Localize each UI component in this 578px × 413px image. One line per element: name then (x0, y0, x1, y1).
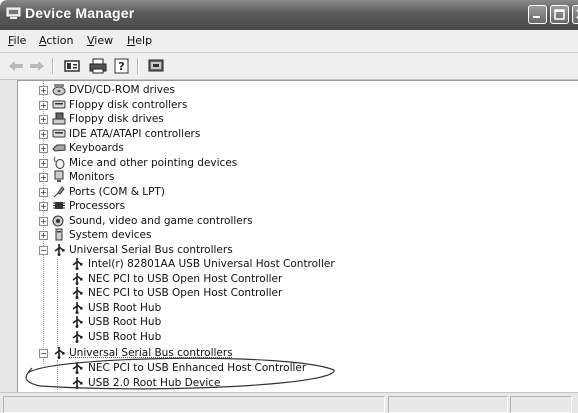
tree-item-label: Intel(r) 82801AA USB Universal Host Cont… (88, 258, 335, 270)
tree-item-floppy-disk-controllers[interactable]: + Floppy disk controllers (18, 98, 558, 113)
tree-item-label: NEC PCI to USB Open Host Controller (88, 273, 283, 285)
maximize-button[interactable] (550, 5, 569, 24)
expand-icon[interactable]: + (39, 101, 48, 110)
scan-hardware-icon[interactable] (146, 57, 166, 75)
menu-bar: File Action View Help (0, 30, 578, 53)
tree-item-label: Mice and other pointing devices (69, 157, 238, 169)
tree-item-label: Universal Serial Bus controllers (69, 244, 233, 256)
ide-controller-icon (52, 129, 66, 138)
title-bar[interactable]: Device Manager (0, 0, 578, 30)
expand-icon[interactable]: + (39, 86, 48, 95)
tree-item-monitors[interactable]: + Monitors (18, 170, 558, 185)
tree-item-label: IDE ATA/ATAPI controllers (69, 128, 201, 140)
tree-item-ports[interactable]: + Ports (COM & LPT) (18, 185, 558, 200)
help-icon[interactable]: ? (112, 57, 132, 75)
usb-icon (72, 287, 83, 299)
floppy-drive-icon (52, 112, 66, 125)
port-icon (53, 186, 65, 198)
collapse-icon[interactable]: − (39, 246, 48, 255)
tree-item-sound-video-game[interactable]: + Sound, video and game controllers (18, 214, 558, 229)
expand-icon[interactable]: + (39, 173, 48, 182)
status-pane (3, 396, 385, 413)
usb-icon (54, 244, 65, 256)
mouse-icon (53, 156, 65, 169)
expand-icon[interactable]: + (39, 159, 48, 168)
tree-item-label: Floppy disk drives (69, 113, 164, 125)
expand-icon[interactable]: + (39, 144, 48, 153)
usb-icon (72, 273, 83, 285)
tree-item-floppy-disk-drives[interactable]: + Floppy disk drives (18, 112, 558, 127)
tree-item-label: USB Root Hub (88, 302, 162, 314)
tree-item-usb-controllers[interactable]: − Universal Serial Bus controllers (18, 243, 558, 258)
usb-icon (72, 331, 83, 343)
tree-item-label: Floppy disk controllers (69, 99, 188, 111)
device-manager-window: Device Manager File Action View Help ? +… (0, 0, 578, 413)
tree-child-usb-root-hub[interactable]: USB Root Hub (18, 330, 558, 345)
toolbar-separator (137, 58, 139, 74)
menu-help[interactable]: Help (127, 34, 152, 47)
tree-item-system-devices[interactable]: + System devices (18, 228, 558, 243)
tree-item-label: DVD/CD-ROM drives (69, 84, 175, 96)
status-bar (0, 392, 578, 413)
usb-icon (72, 302, 83, 314)
tree-child-nec-open-host-controller[interactable]: NEC PCI to USB Open Host Controller (18, 286, 558, 301)
properties-icon[interactable] (62, 57, 82, 75)
tree-item-label: USB Root Hub (88, 316, 162, 328)
expand-icon[interactable]: + (39, 202, 48, 211)
usb-icon (72, 258, 83, 270)
tree-item-label: Sound, video and game controllers (69, 215, 253, 227)
minimize-icon (533, 16, 540, 18)
computer-icon (6, 7, 21, 19)
monitor-icon (54, 170, 64, 182)
print-icon[interactable] (88, 57, 108, 75)
tree-child-nec-open-host-controller[interactable]: NEC PCI to USB Open Host Controller (18, 272, 558, 287)
tree-item-label: Ports (COM & LPT) (69, 186, 165, 198)
dvd-drive-icon (52, 84, 66, 96)
toolbar: ? (0, 53, 578, 80)
processor-icon (53, 202, 65, 209)
highlight-ellipse (25, 357, 335, 390)
menu-view[interactable]: View (87, 34, 113, 47)
expand-icon[interactable]: + (39, 188, 48, 197)
tree-item-keyboards[interactable]: + Keyboards (18, 141, 558, 156)
tree-child-usb-root-hub[interactable]: USB Root Hub (18, 301, 558, 316)
status-pane (510, 396, 572, 413)
menu-file[interactable]: File (8, 34, 26, 47)
device-tree[interactable]: + DVD/CD-ROM drives + Floppy disk contro… (17, 80, 578, 393)
tree-item-label: NEC PCI to USB Open Host Controller (88, 287, 283, 299)
system-device-icon (55, 228, 63, 241)
tree-item-dvd-cdrom-drives[interactable]: + DVD/CD-ROM drives (18, 83, 558, 98)
status-pane (388, 396, 508, 413)
tree-child-intel-usb-host-controller[interactable]: Intel(r) 82801AA USB Universal Host Cont… (18, 257, 558, 272)
usb-icon (72, 316, 83, 328)
tree-child-usb-root-hub[interactable]: USB Root Hub (18, 315, 558, 330)
sound-icon (52, 215, 64, 227)
tree-item-label: USB Root Hub (88, 331, 162, 343)
expand-icon[interactable]: + (39, 231, 48, 240)
expand-icon[interactable]: + (39, 115, 48, 124)
toolbar-separator (52, 58, 54, 74)
tree-item-label: Monitors (69, 171, 115, 183)
tree-item-label: Processors (69, 200, 126, 212)
tree-item-label: System devices (69, 229, 152, 241)
back-arrow-icon[interactable] (6, 57, 26, 75)
disk-controller-icon (52, 100, 66, 109)
tree-item-processors[interactable]: + Processors (18, 199, 558, 214)
menu-action[interactable]: Action (39, 34, 73, 47)
minimize-button[interactable] (528, 5, 547, 24)
tree-item-label: Keyboards (69, 142, 124, 154)
close-button[interactable] (572, 5, 578, 24)
keyboard-icon (52, 144, 66, 152)
window-title: Device Manager (25, 5, 135, 21)
tree-item-ide-ata-atapi-controllers[interactable]: + IDE ATA/ATAPI controllers (18, 127, 558, 142)
expand-icon[interactable]: + (39, 217, 48, 226)
svg-text:?: ? (118, 60, 124, 73)
expand-icon[interactable]: + (39, 130, 48, 139)
forward-arrow-icon[interactable] (27, 57, 47, 75)
maximize-icon (554, 9, 565, 20)
tree-item-mice[interactable]: + Mice and other pointing devices (18, 156, 558, 171)
